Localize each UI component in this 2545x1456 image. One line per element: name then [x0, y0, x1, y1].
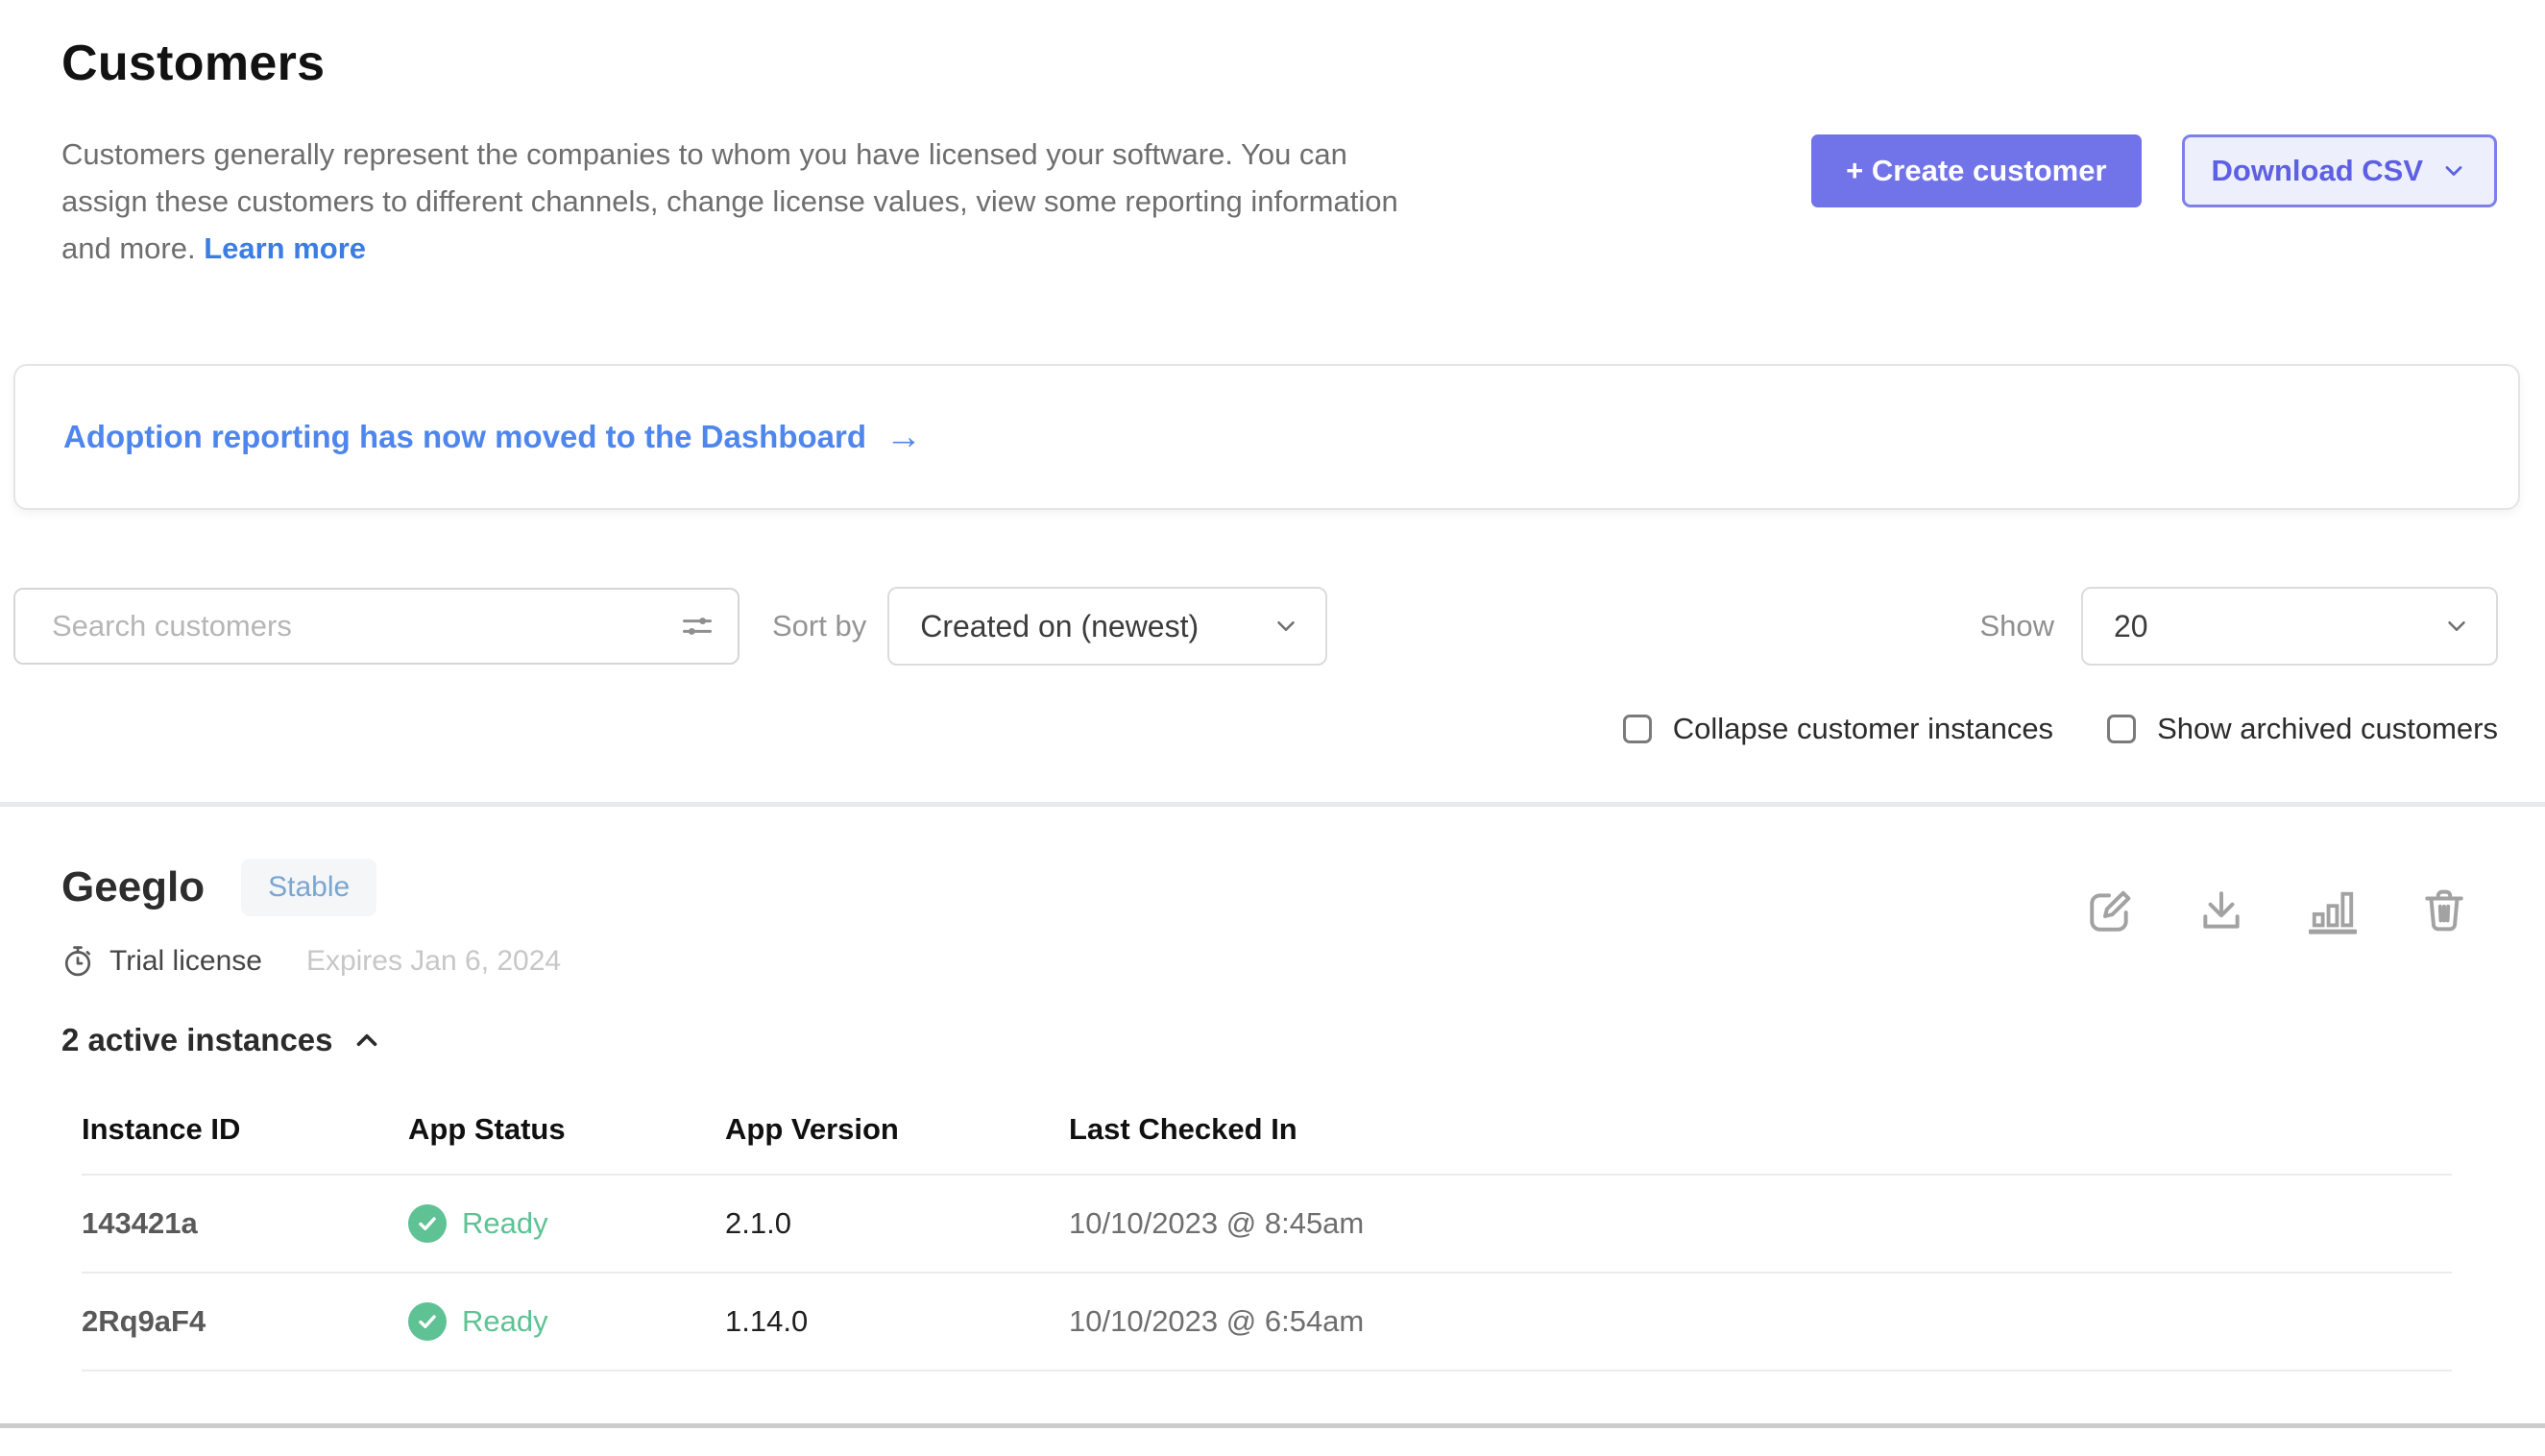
instance-table: Instance ID App Status App Version Last …	[82, 1099, 2452, 1371]
license-row: Trial license Expires Jan 6, 2024	[61, 945, 2484, 978]
channel-badge: Stable	[241, 859, 376, 916]
check-circle-icon	[408, 1302, 447, 1341]
page-header: Customers Customers generally represent …	[0, 0, 2545, 272]
last-checked-in-cell: 10/10/2023 @ 8:45am	[1069, 1176, 2452, 1274]
collapse-instances-group: Collapse customer instances	[1623, 712, 2053, 746]
sort-select[interactable]: Created on (newest)	[887, 587, 1327, 666]
customers-page: Customers Customers generally represent …	[0, 0, 2545, 1456]
app-version-cell: 2.1.0	[725, 1176, 1069, 1274]
show-label: Show	[1979, 609, 2054, 643]
bar-chart-icon[interactable]	[2309, 887, 2357, 935]
customer-card: Geeglo Stable	[0, 807, 2545, 1371]
sort-by-label: Sort by	[772, 609, 866, 643]
arrow-right-icon: →	[885, 419, 922, 455]
sort-select-value: Created on (newest)	[920, 609, 1199, 644]
checkbox-row: Collapse customer instances Show archive…	[0, 712, 2498, 746]
chevron-up-icon	[351, 1024, 383, 1056]
page-title: Customers	[61, 35, 2497, 92]
collapse-instances-label: Collapse customer instances	[1673, 712, 2053, 746]
chevron-down-icon	[2440, 158, 2467, 184]
trash-icon[interactable]	[2420, 887, 2468, 935]
show-archived-label: Show archived customers	[2157, 712, 2498, 746]
license-type: Trial license	[61, 945, 262, 978]
show-archived-checkbox[interactable]	[2107, 715, 2136, 743]
description-line: assign these customers to different chan…	[61, 178, 1398, 225]
license-expires: Expires Jan 6, 2024	[306, 945, 561, 978]
header-actions: + Create customer Download CSV	[1811, 134, 2497, 207]
show-select[interactable]: 20	[2081, 587, 2498, 666]
page-description: Customers generally represent the compan…	[61, 131, 1398, 272]
collapse-instances-checkbox[interactable]	[1623, 715, 1652, 743]
last-checked-in-cell: 10/10/2023 @ 6:54am	[1069, 1274, 2452, 1371]
customer-name: Geeglo	[61, 863, 205, 911]
app-status-label: Ready	[462, 1206, 548, 1241]
check-circle-icon	[408, 1204, 447, 1243]
download-icon[interactable]	[2197, 887, 2245, 935]
create-customer-button[interactable]: + Create customer	[1811, 134, 2141, 207]
filter-toolbar: Sort by Created on (newest) Show 20	[13, 587, 2498, 666]
instance-id-cell: 2Rq9aF4	[82, 1274, 408, 1371]
column-header: App Version	[725, 1099, 1069, 1176]
stopwatch-icon	[61, 945, 94, 978]
show-select-value: 20	[2114, 609, 2148, 644]
chevron-down-icon	[2442, 612, 2471, 641]
app-status-cell: Ready	[408, 1176, 725, 1274]
description-line: Customers generally represent the compan…	[61, 131, 1398, 178]
chevron-down-icon	[1272, 612, 1300, 641]
column-header: App Status	[408, 1099, 725, 1176]
description-line: and more.	[61, 231, 196, 265]
edit-icon[interactable]	[2086, 887, 2134, 935]
column-header: Last Checked In	[1069, 1099, 2452, 1176]
card-divider	[0, 1423, 2545, 1428]
adoption-banner: Adoption reporting has now moved to the …	[13, 364, 2520, 510]
app-status-label: Ready	[462, 1304, 548, 1339]
filter-sliders-icon[interactable]	[680, 609, 715, 643]
adoption-banner-text: Adoption reporting has now moved to the …	[63, 419, 866, 455]
instances-toggle-label: 2 active instances	[61, 1022, 333, 1058]
app-status-cell: Ready	[408, 1274, 725, 1371]
license-type-label: Trial license	[109, 945, 262, 978]
search-wrap	[13, 588, 739, 665]
app-version-cell: 1.14.0	[725, 1274, 1069, 1371]
show-archived-group: Show archived customers	[2107, 712, 2498, 746]
search-input[interactable]	[13, 588, 739, 665]
adoption-banner-link[interactable]: Adoption reporting has now moved to the …	[63, 419, 922, 455]
instances-toggle[interactable]: 2 active instances	[61, 1022, 383, 1058]
header-row: Customers generally represent the compan…	[61, 131, 2497, 272]
instance-id-cell: 143421a	[82, 1176, 408, 1274]
download-csv-label: Download CSV	[2212, 154, 2423, 188]
customer-actions	[2086, 887, 2468, 935]
download-csv-button[interactable]: Download CSV	[2182, 134, 2497, 207]
column-header: Instance ID	[82, 1099, 408, 1176]
learn-more-link[interactable]: Learn more	[204, 231, 366, 265]
